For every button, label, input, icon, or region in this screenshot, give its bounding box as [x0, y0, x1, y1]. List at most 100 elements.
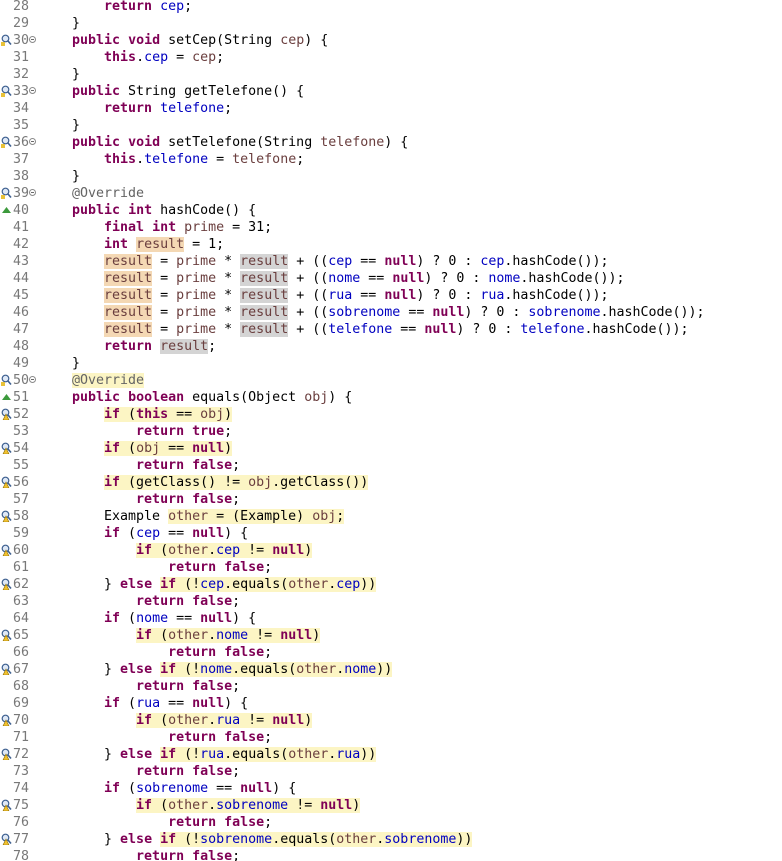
line-gutter[interactable]: 44 — [0, 270, 40, 287]
code-line[interactable]: 58 Example other = (Example) obj; — [0, 508, 782, 525]
line-gutter[interactable]: 71 — [0, 729, 40, 746]
line-gutter[interactable]: 29 — [0, 15, 40, 32]
code-text[interactable]: if (getClass() != obj.getClass()) — [72, 474, 369, 491]
line-gutter[interactable]: 51 — [0, 389, 40, 406]
line-gutter[interactable]: 63 — [0, 593, 40, 610]
code-text[interactable]: public boolean equals(Object obj) { — [72, 389, 352, 406]
code-text[interactable]: return cep; — [72, 0, 192, 15]
line-gutter[interactable]: 47 — [0, 321, 40, 338]
code-text[interactable]: public void setTelefone(String telefone)… — [72, 134, 408, 151]
code-text[interactable]: return false; — [72, 763, 240, 780]
code-line[interactable]: 44 result = prime * result + ((nome == n… — [0, 270, 782, 287]
line-gutter[interactable]: 39 — [0, 185, 40, 202]
code-editor[interactable]: 28 return cep; 29} 30 public void setCep(St… — [0, 0, 782, 861]
code-line[interactable]: 69 if (rua == null) { — [0, 695, 782, 712]
code-text[interactable]: if (cep == null) { — [72, 525, 248, 542]
code-line[interactable]: 51 public boolean equals(Object obj) { — [0, 389, 782, 406]
code-text[interactable]: } else if (!nome.equals(other.nome)) — [72, 661, 393, 678]
code-line[interactable]: 73 return false; — [0, 763, 782, 780]
code-text[interactable]: if (other.sobrenome != null) — [72, 797, 361, 814]
line-gutter[interactable]: 56 — [0, 474, 40, 491]
line-gutter[interactable]: 38 — [0, 168, 40, 185]
line-gutter[interactable]: 28 — [0, 0, 40, 15]
code-line[interactable]: 76 return false; — [0, 814, 782, 831]
code-line[interactable]: 72 } else if (!rua.equals(other.rua)) — [0, 746, 782, 763]
code-line[interactable]: 31 this.cep = cep; — [0, 49, 782, 66]
code-text[interactable]: result = prime * result + ((rua == null)… — [72, 287, 609, 304]
fold-toggle-icon[interactable] — [29, 36, 36, 43]
line-gutter[interactable]: 50 — [0, 372, 40, 389]
code-line[interactable]: 71 return false; — [0, 729, 782, 746]
code-line[interactable]: 70 if (other.rua != null) — [0, 712, 782, 729]
code-text[interactable]: public void setCep(String cep) { — [72, 32, 328, 49]
code-line[interactable]: 38} — [0, 168, 782, 185]
code-text[interactable]: if (other.nome != null) — [72, 627, 321, 644]
code-text[interactable]: return false; — [72, 559, 272, 576]
line-gutter[interactable]: 60 — [0, 542, 40, 559]
code-line[interactable]: 74 if (sobrenome == null) { — [0, 780, 782, 797]
line-gutter[interactable]: 41 — [0, 219, 40, 236]
code-line[interactable]: 42 int result = 1; — [0, 236, 782, 253]
code-text[interactable]: if (nome == null) { — [72, 610, 256, 627]
code-text[interactable]: result = prime * result + ((telefone == … — [72, 321, 689, 338]
line-gutter[interactable]: 48 — [0, 338, 40, 355]
code-line[interactable]: 39 @Override — [0, 185, 782, 202]
code-line[interactable]: 41 final int prime = 31; — [0, 219, 782, 236]
code-line[interactable]: 53 return true; — [0, 423, 782, 440]
line-gutter[interactable]: 64 — [0, 610, 40, 627]
code-text[interactable]: } else if (!cep.equals(other.cep)) — [72, 576, 377, 593]
code-line[interactable]: 40 public int hashCode() { — [0, 202, 782, 219]
line-gutter[interactable]: 32 — [0, 66, 40, 83]
line-gutter[interactable]: 62 — [0, 576, 40, 593]
line-gutter[interactable]: 75 — [0, 797, 40, 814]
code-text[interactable]: Example other = (Example) obj; — [72, 508, 345, 525]
code-text[interactable]: int result = 1; — [72, 236, 224, 253]
code-text[interactable]: result = prime * result + ((nome == null… — [72, 270, 625, 287]
line-gutter[interactable]: 30 — [0, 32, 40, 49]
code-line[interactable]: 64 if (nome == null) { — [0, 610, 782, 627]
code-line[interactable]: 63 return false; — [0, 593, 782, 610]
line-gutter[interactable]: 31 — [0, 49, 40, 66]
code-text[interactable]: public String getTelefone() { — [72, 83, 304, 100]
line-gutter[interactable]: 49 — [0, 355, 40, 372]
line-gutter[interactable]: 37 — [0, 151, 40, 168]
line-gutter[interactable]: 66 — [0, 644, 40, 661]
code-text[interactable]: return false; — [72, 814, 272, 831]
code-line[interactable]: 50 @Override — [0, 372, 782, 389]
line-gutter[interactable]: 70 — [0, 712, 40, 729]
line-gutter[interactable]: 57 — [0, 491, 40, 508]
code-text[interactable]: return false; — [72, 644, 272, 661]
line-gutter[interactable]: 40 — [0, 202, 40, 219]
code-text[interactable]: } else if (!rua.equals(other.rua)) — [72, 746, 377, 763]
line-gutter[interactable]: 52 — [0, 406, 40, 423]
code-text[interactable]: return telefone; — [72, 100, 232, 117]
line-gutter[interactable]: 72 — [0, 746, 40, 763]
code-line[interactable]: 47 result = prime * result + ((telefone … — [0, 321, 782, 338]
code-line[interactable]: 62 } else if (!cep.equals(other.cep)) — [0, 576, 782, 593]
code-line[interactable]: 29} — [0, 15, 782, 32]
line-gutter[interactable]: 76 — [0, 814, 40, 831]
code-text[interactable]: public int hashCode() { — [72, 202, 256, 219]
code-text[interactable]: if (sobrenome == null) { — [72, 780, 296, 797]
line-gutter[interactable]: 46 — [0, 304, 40, 321]
code-line[interactable]: 52 if (this == obj) — [0, 406, 782, 423]
code-text[interactable]: if (rua == null) { — [72, 695, 248, 712]
code-line[interactable]: 30 public void setCep(String cep) { — [0, 32, 782, 49]
line-gutter[interactable]: 78 — [0, 848, 40, 861]
code-line[interactable]: 48 return result; — [0, 338, 782, 355]
code-text[interactable]: } — [72, 355, 80, 372]
line-gutter[interactable]: 45 — [0, 287, 40, 304]
line-gutter[interactable]: 73 — [0, 763, 40, 780]
fold-toggle-icon[interactable] — [29, 376, 36, 383]
code-line[interactable]: 61 return false; — [0, 559, 782, 576]
code-line[interactable]: 65 if (other.nome != null) — [0, 627, 782, 644]
code-line[interactable]: 59 if (cep == null) { — [0, 525, 782, 542]
code-text[interactable]: } — [72, 117, 80, 134]
code-text[interactable]: result = prime * result + ((cep == null)… — [72, 253, 609, 270]
line-gutter[interactable]: 68 — [0, 678, 40, 695]
code-text[interactable]: @Override — [72, 372, 145, 389]
code-line[interactable]: 56 if (getClass() != obj.getClass()) — [0, 474, 782, 491]
code-text[interactable]: } — [72, 66, 80, 83]
code-line[interactable]: 60 if (other.cep != null) — [0, 542, 782, 559]
line-gutter[interactable]: 59 — [0, 525, 40, 542]
